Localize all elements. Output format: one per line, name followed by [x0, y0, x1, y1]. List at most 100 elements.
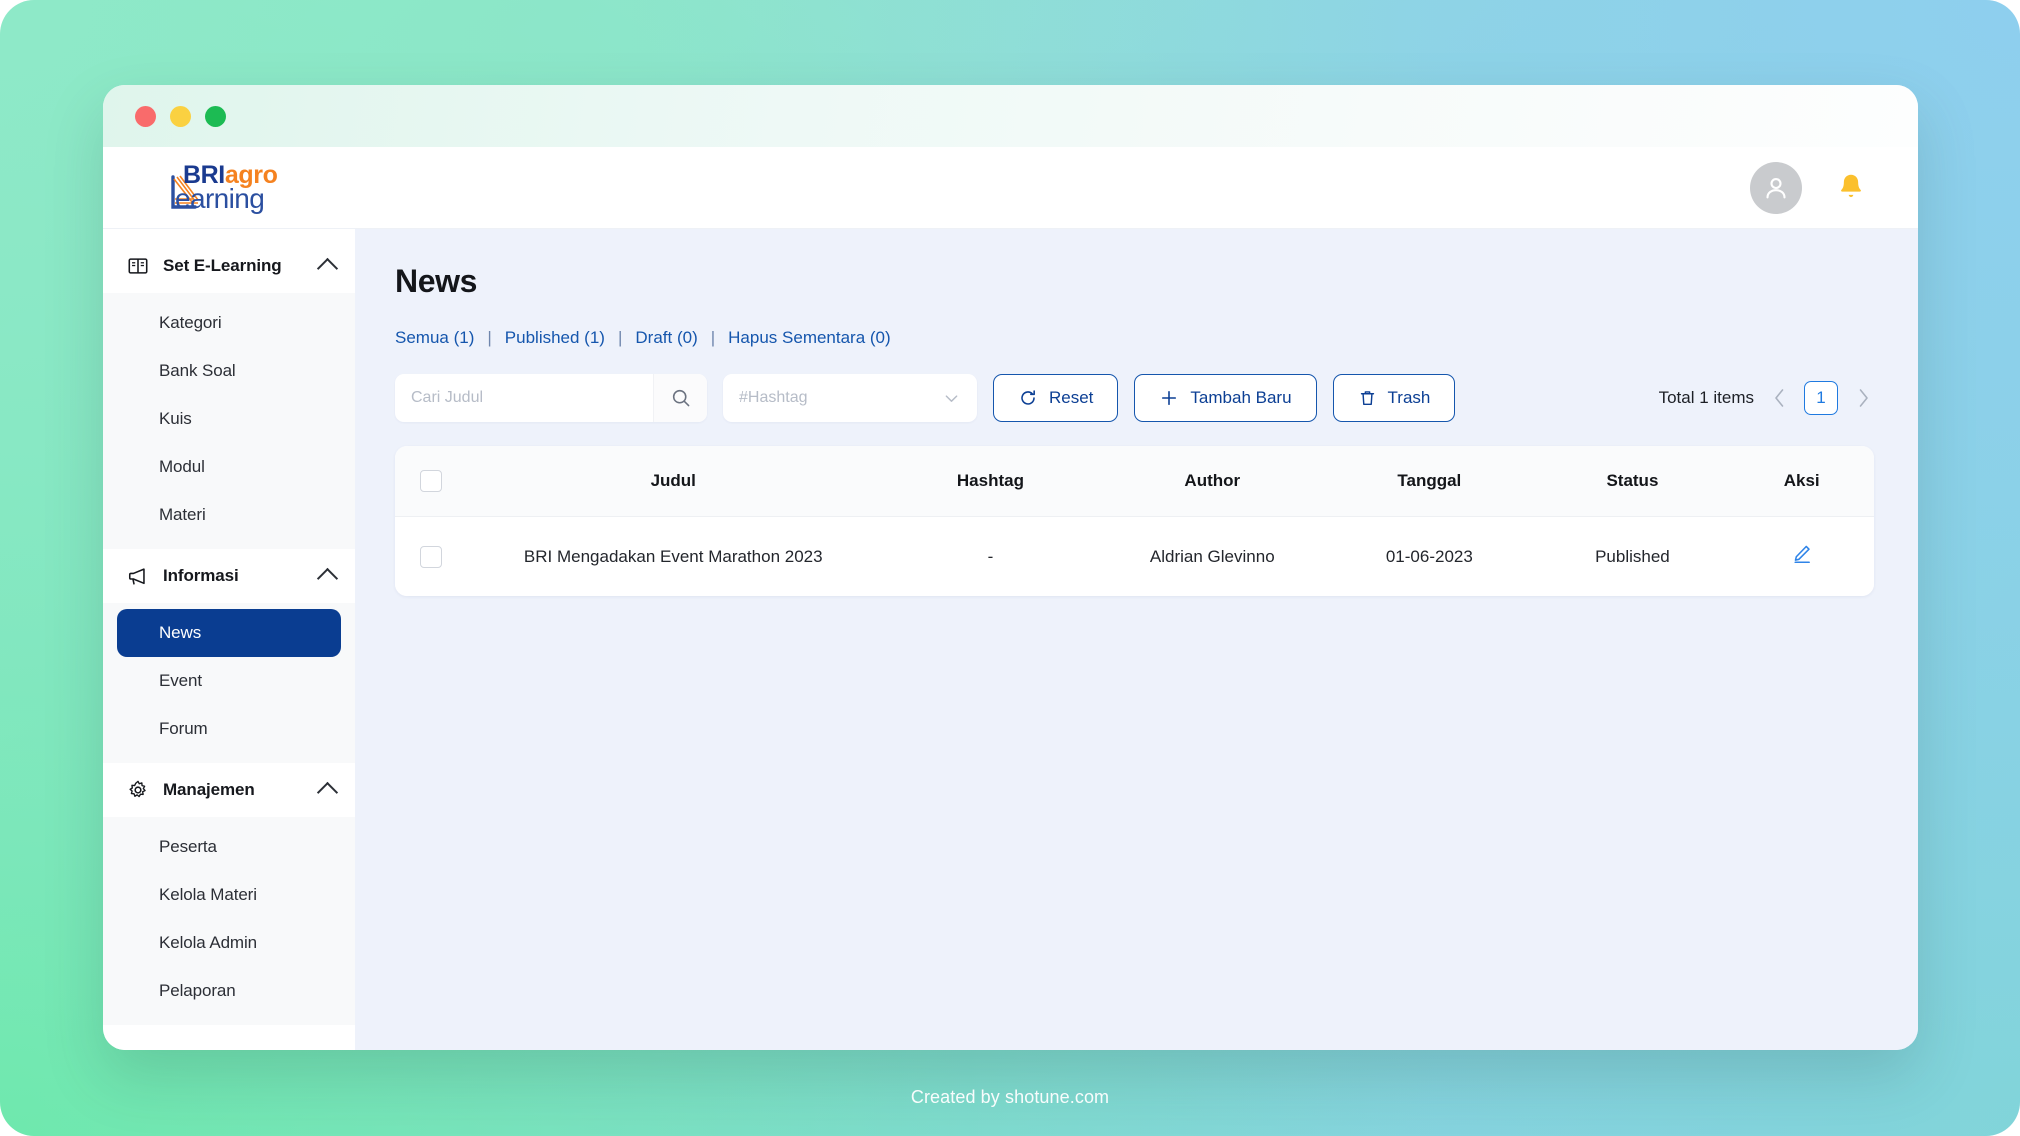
table-header-judul[interactable]: Judul — [467, 446, 880, 517]
table-header-author[interactable]: Author — [1101, 446, 1324, 517]
sidebar-item-kelola-admin[interactable]: Kelola Admin — [117, 919, 341, 967]
table-header-select-all — [395, 446, 467, 517]
table-head: Judul Hashtag Author Tanggal Status Aksi — [395, 446, 1874, 517]
row-author: Aldrian Glevinno — [1101, 516, 1324, 596]
bell-icon — [1841, 174, 1861, 197]
refresh-icon — [1021, 390, 1035, 405]
hashtag-placeholder: #Hashtag — [739, 389, 808, 406]
notification-button[interactable] — [1828, 165, 1874, 211]
filter-tab-published[interactable]: Published (1) — [505, 328, 605, 348]
sidebar-submenu-set-e-learning: Kategori Bank Soal Kuis Modul Materi — [103, 293, 355, 549]
window-titlebar — [103, 85, 1918, 147]
row-judul: BRI Mengadakan Event Marathon 2023 — [467, 516, 880, 596]
sidebar: Set E-Learning Kategori Bank Soal Kuis M… — [103, 229, 355, 1050]
sidebar-item-news[interactable]: News — [117, 609, 341, 657]
sidebar-submenu-manajemen: Peserta Kelola Materi Kelola Admin Pelap… — [103, 817, 355, 1025]
filter-separator: | — [487, 328, 492, 347]
sidebar-item-kategori[interactable]: Kategori — [117, 299, 341, 347]
pagination-page-1[interactable]: 1 — [1804, 381, 1838, 415]
sidebar-group-manajemen[interactable]: Manajemen — [103, 763, 355, 817]
filter-tab-hapus-sementara[interactable]: Hapus Sementara (0) — [728, 328, 891, 348]
sidebar-group-title: Informasi — [163, 566, 239, 585]
sidebar-item-kelola-materi[interactable]: Kelola Materi — [117, 871, 341, 919]
select-all-checkbox[interactable] — [420, 470, 442, 492]
table-header-aksi[interactable]: Aksi — [1729, 446, 1874, 517]
chevron-right-icon — [1859, 389, 1868, 407]
search-button[interactable] — [653, 374, 707, 422]
news-table-card: Judul Hashtag Author Tanggal Status Aksi — [395, 446, 1874, 596]
app-body: Set E-Learning Kategori Bank Soal Kuis M… — [103, 229, 1918, 1050]
search-input[interactable] — [395, 374, 653, 422]
row-aksi — [1729, 516, 1874, 596]
window-maximize-button[interactable] — [205, 105, 226, 127]
edit-pencil-icon — [1794, 545, 1810, 564]
book-icon — [128, 258, 148, 274]
filter-separator: | — [617, 328, 623, 347]
sidebar-item-forum[interactable]: Forum — [117, 705, 341, 753]
trash-button[interactable]: Trash — [1332, 374, 1456, 422]
table-body: BRI Mengadakan Event Marathon 2023 - Ald… — [395, 516, 1874, 596]
window-minimize-button[interactable] — [170, 105, 191, 127]
sidebar-item-modul[interactable]: Modul — [117, 443, 341, 491]
sidebar-item-bank-soal[interactable]: Bank Soal — [117, 347, 341, 395]
row-checkbox[interactable] — [420, 545, 442, 568]
trash-icon — [1360, 391, 1374, 406]
toolbar: #Hashtag Reset — [395, 374, 1874, 422]
filter-separator: | — [710, 328, 716, 347]
megaphone-icon — [128, 568, 145, 585]
search-icon — [672, 389, 689, 407]
brand-learning: earning — [175, 182, 265, 214]
sidebar-group-title: Manajemen — [163, 780, 255, 799]
table-header-status[interactable]: Status — [1535, 446, 1730, 517]
table-header-tanggal[interactable]: Tanggal — [1323, 446, 1536, 517]
tambah-baru-button-label: Tambah Baru — [1190, 388, 1292, 407]
sidebar-submenu-informasi: News Event Forum — [103, 603, 355, 763]
trash-button-label: Trash — [1387, 388, 1431, 407]
filter-tab-semua[interactable]: Semua (1) — [395, 328, 474, 348]
sidebar-item-peserta[interactable]: Peserta — [117, 823, 341, 871]
page-backdrop: BRIagro earning Set E-Learning Kategori … — [0, 0, 2020, 1136]
browser-window: BRIagro earning Set E-Learning Kategori … — [103, 85, 1918, 1050]
sidebar-group-set-e-learning[interactable]: Set E-Learning — [103, 239, 355, 293]
brand-logo[interactable]: BRIagro earning — [151, 157, 283, 219]
tambah-baru-button[interactable]: Tambah Baru — [1134, 374, 1317, 422]
sidebar-item-event[interactable]: Event — [117, 657, 341, 705]
app-header: BRIagro earning — [103, 147, 1918, 229]
gear-icon — [129, 780, 146, 798]
edit-row-button[interactable] — [1791, 543, 1813, 565]
row-select-cell — [395, 516, 467, 596]
news-table: Judul Hashtag Author Tanggal Status Aksi — [395, 446, 1874, 596]
table-row[interactable]: BRI Mengadakan Event Marathon 2023 - Ald… — [395, 516, 1874, 596]
filter-tabs: Semua (1) | Published (1) | Draft (0) | … — [395, 328, 1874, 348]
page-title: News — [395, 263, 477, 299]
row-status: Published — [1535, 516, 1730, 596]
header-actions — [1750, 161, 1874, 214]
row-tanggal: 01-06-2023 — [1323, 516, 1536, 596]
plus-icon — [1162, 390, 1177, 406]
chevron-up-icon[interactable] — [316, 567, 339, 590]
window-close-button[interactable] — [135, 105, 156, 127]
chevron-down-icon — [945, 394, 958, 402]
user-icon — [1766, 177, 1786, 198]
table-header-row: Judul Hashtag Author Tanggal Status Aksi — [395, 446, 1874, 517]
pagination-next-button[interactable] — [1852, 383, 1874, 413]
pagination: Total 1 items 1 — [1659, 381, 1874, 415]
chevron-up-icon[interactable] — [316, 781, 339, 804]
table-header-hashtag[interactable]: Hashtag — [879, 446, 1102, 517]
sidebar-item-pelaporan[interactable]: Pelaporan — [117, 967, 341, 1015]
hashtag-select[interactable]: #Hashtag — [723, 374, 977, 422]
pagination-prev-button[interactable] — [1768, 383, 1790, 413]
chevron-up-icon[interactable] — [316, 257, 339, 280]
filter-tab-draft[interactable]: Draft (0) — [635, 328, 697, 348]
chevron-left-icon — [1774, 389, 1783, 407]
search-box — [395, 374, 707, 422]
sidebar-item-materi[interactable]: Materi — [117, 491, 341, 539]
avatar[interactable] — [1750, 161, 1802, 214]
main-content: News Semua (1) | Published (1) | Draft (… — [355, 229, 1918, 1050]
sidebar-item-kuis[interactable]: Kuis — [117, 395, 341, 443]
row-hashtag: - — [879, 516, 1102, 596]
sidebar-group-informasi[interactable]: Informasi — [103, 549, 355, 603]
reset-button-label: Reset — [1049, 388, 1094, 407]
footer-credit: Created by shotune.com — [910, 1087, 1110, 1107]
reset-button[interactable]: Reset — [993, 374, 1119, 422]
